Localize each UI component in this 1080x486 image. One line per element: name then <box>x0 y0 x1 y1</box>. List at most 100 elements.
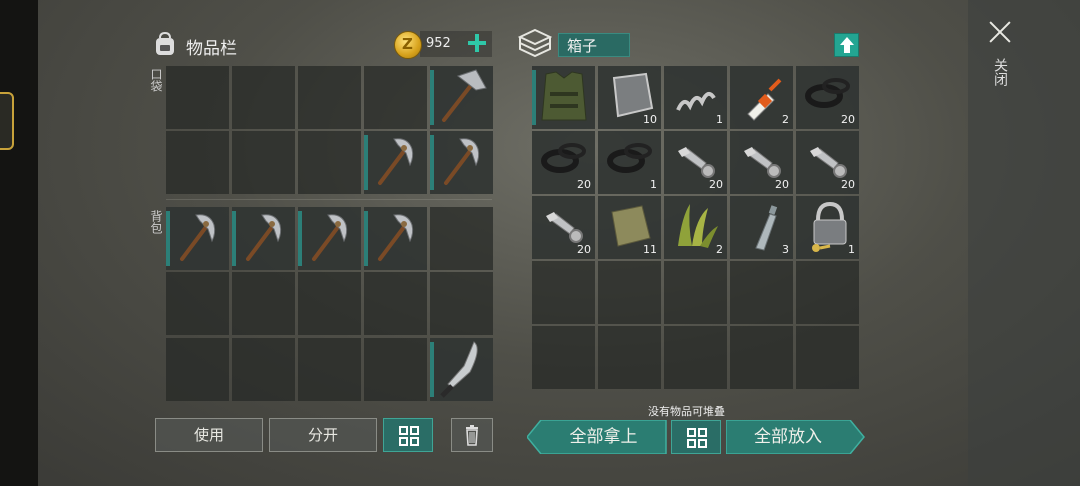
grid-icon <box>687 428 707 448</box>
inventory-slot[interactable] <box>232 207 295 270</box>
inventory-slot[interactable] <box>364 272 427 335</box>
inventory-slot[interactable] <box>298 131 361 194</box>
container-slot[interactable] <box>664 261 727 324</box>
inventory-slot[interactable] <box>430 207 493 270</box>
box-icon <box>518 28 552 58</box>
container-slot[interactable]: 3 <box>730 196 793 259</box>
container-slot[interactable] <box>598 261 661 324</box>
inventory-slot[interactable] <box>430 66 493 129</box>
item-quantity: 1 <box>716 113 723 126</box>
inventory-slot[interactable] <box>298 66 361 129</box>
trash-button[interactable] <box>451 418 493 452</box>
inventory-slot[interactable] <box>298 207 361 270</box>
close-icon[interactable] <box>986 18 1014 46</box>
trash-icon <box>466 425 478 446</box>
backpack-icon <box>156 32 174 55</box>
inventory-slot[interactable] <box>364 131 427 194</box>
inventory-slot[interactable] <box>430 131 493 194</box>
backpack-label: 背包 <box>149 210 163 234</box>
sort-left-button[interactable] <box>383 418 433 452</box>
inventory-slot[interactable] <box>166 131 229 194</box>
item-quantity: 2 <box>782 113 789 126</box>
container-slot[interactable]: 2 <box>730 66 793 129</box>
pickaxe-icon <box>378 214 414 261</box>
container-name[interactable]: 箱子 <box>558 33 630 57</box>
inventory-slot[interactable] <box>232 338 295 401</box>
item-quantity: 20 <box>841 113 855 126</box>
inventory-slot[interactable] <box>298 338 361 401</box>
item-quantity: 20 <box>577 178 591 191</box>
container-slot[interactable] <box>796 326 859 389</box>
item-quantity: 11 <box>643 243 657 256</box>
pickaxe-icon <box>180 214 216 261</box>
container-slot[interactable]: 1 <box>796 196 859 259</box>
side-tab-icon[interactable] <box>0 92 14 150</box>
container-slot[interactable]: 1 <box>664 66 727 129</box>
container-slot[interactable] <box>664 326 727 389</box>
inventory-slot[interactable] <box>430 338 493 401</box>
container-slot[interactable]: 2 <box>664 196 727 259</box>
inventory-slot[interactable] <box>430 272 493 335</box>
put-all-button[interactable]: 全部放入 <box>726 420 850 454</box>
hammer-icon <box>442 69 487 122</box>
inventory-slot[interactable] <box>166 272 229 335</box>
pickaxe-icon <box>444 138 480 185</box>
container-slot[interactable] <box>598 326 661 389</box>
item-quantity: 10 <box>643 113 657 126</box>
add-coins-button[interactable] <box>466 32 488 54</box>
stack-status: 没有物品可堆叠 <box>648 405 725 418</box>
section-divider <box>166 199 492 200</box>
coin-count: 952 <box>426 36 451 51</box>
container-slot[interactable]: 20 <box>532 131 595 194</box>
container-slot[interactable] <box>532 261 595 324</box>
item-quantity: 20 <box>709 178 723 191</box>
item-quantity: 20 <box>577 243 591 256</box>
container-slot[interactable] <box>532 326 595 389</box>
item-quantity: 20 <box>775 178 789 191</box>
close-label[interactable]: 关闭 <box>990 58 1008 86</box>
inventory-title: 物品栏 <box>186 39 237 59</box>
sort-right-button[interactable] <box>671 420 721 454</box>
grid-icon <box>399 426 419 446</box>
container-slot[interactable] <box>730 326 793 389</box>
container-slot[interactable]: 20 <box>796 66 859 129</box>
upload-icon[interactable] <box>834 33 859 57</box>
container-slot[interactable]: 20 <box>664 131 727 194</box>
item-quantity: 20 <box>841 178 855 191</box>
machete-icon <box>440 341 478 398</box>
use-button[interactable]: 使用 <box>155 418 263 452</box>
item-quantity: 3 <box>782 243 789 256</box>
container-slot[interactable] <box>796 261 859 324</box>
pocket-label: 口袋 <box>149 68 163 92</box>
container-slot[interactable] <box>532 66 595 129</box>
container-slot[interactable]: 1 <box>598 131 661 194</box>
item-quantity: 1 <box>650 178 657 191</box>
inventory-slot[interactable] <box>166 66 229 129</box>
container-slot[interactable]: 11 <box>598 196 661 259</box>
inventory-slot[interactable] <box>232 272 295 335</box>
inventory-slot[interactable] <box>364 66 427 129</box>
container-slot[interactable] <box>730 261 793 324</box>
inventory-slot[interactable] <box>364 338 427 401</box>
item-quantity: 2 <box>716 243 723 256</box>
inventory-slot[interactable] <box>232 131 295 194</box>
item-quantity: 1 <box>848 243 855 256</box>
coin-icon: Z <box>394 31 422 59</box>
container-slot[interactable]: 20 <box>532 196 595 259</box>
container-slot[interactable]: 20 <box>730 131 793 194</box>
inventory-slot[interactable] <box>364 207 427 270</box>
split-button[interactable]: 分开 <box>269 418 377 452</box>
inventory-slot[interactable] <box>166 207 229 270</box>
vest-icon <box>541 71 587 121</box>
inventory-slot[interactable] <box>232 66 295 129</box>
pickaxe-icon <box>246 214 282 261</box>
take-all-button[interactable]: 全部拿上 <box>541 420 666 454</box>
pickaxe-icon <box>312 214 348 261</box>
inventory-slot[interactable] <box>166 338 229 401</box>
pickaxe-icon <box>378 138 414 185</box>
inventory-slot[interactable] <box>298 272 361 335</box>
left-edge-bar <box>0 0 38 486</box>
container-slot[interactable]: 10 <box>598 66 661 129</box>
container-slot[interactable]: 20 <box>796 131 859 194</box>
right-side-panel <box>968 0 1080 486</box>
